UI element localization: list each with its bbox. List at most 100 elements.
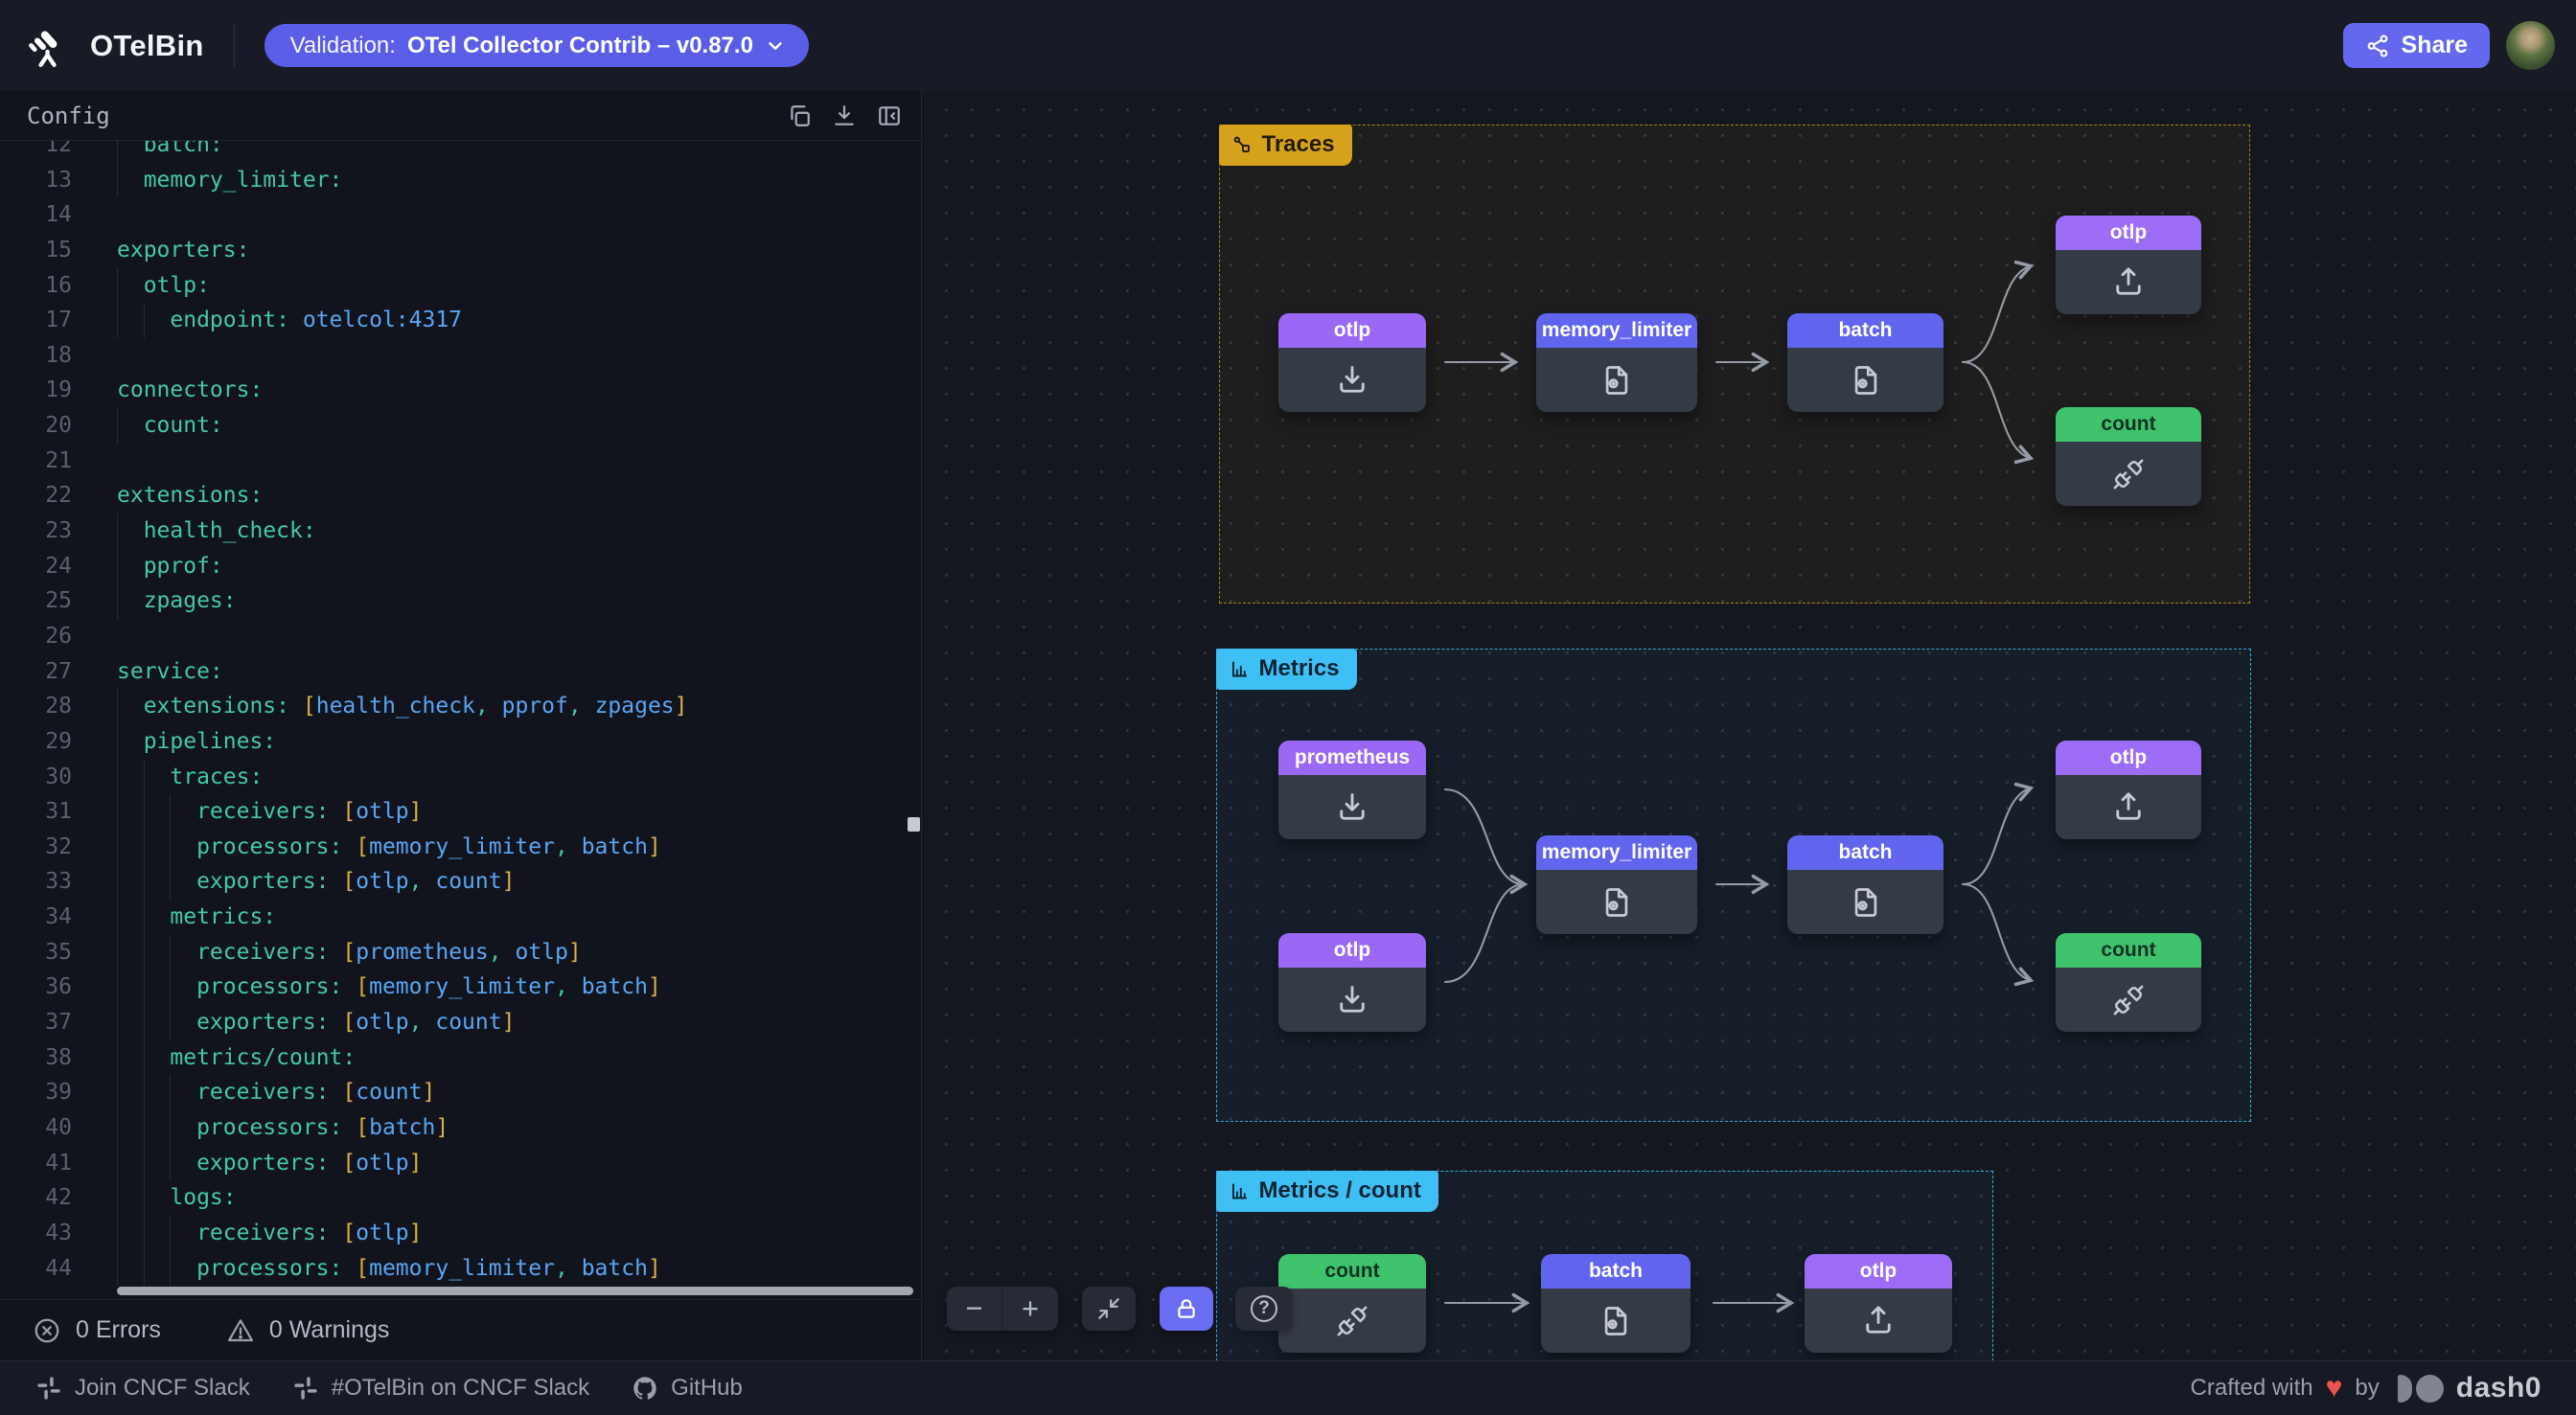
node-exporter-otlp[interactable]: otlp — [1805, 1254, 1952, 1353]
indent-guide — [144, 935, 171, 970]
indent-guide — [117, 900, 144, 935]
pipeline-edge — [1963, 788, 2030, 884]
otelbin-app: OTelBin Validation: OTel Collector Contr… — [0, 0, 2576, 1415]
otelbin-logo-icon — [24, 20, 76, 72]
indent-guide — [170, 970, 196, 1005]
line-number: 32 — [0, 830, 72, 865]
line-number: 36 — [0, 970, 72, 1005]
node-processor-batch[interactable]: batch — [1541, 1254, 1690, 1353]
node-body — [1541, 1289, 1690, 1353]
crafted-by[interactable]: Crafted with ♥ by dash0 — [2191, 1372, 2542, 1404]
code-lines: 12batch:13memory_limiter:1415exporters:1… — [0, 141, 921, 1286]
receiver-icon — [1335, 983, 1369, 1017]
help-button[interactable]: ? — [1235, 1287, 1293, 1331]
join-cncf-slack-link[interactable]: Join CNCF Slack — [35, 1375, 250, 1402]
slack-icon — [35, 1375, 62, 1402]
node-exporter-otlp[interactable]: otlp — [2056, 741, 2201, 839]
node-receiver-otlp[interactable]: otlp — [1278, 933, 1426, 1032]
indent-guide — [117, 303, 144, 338]
indent-guide — [117, 1075, 144, 1110]
indent-guide — [170, 935, 196, 970]
indent-guide — [117, 724, 144, 760]
line-number: 34 — [0, 900, 72, 935]
code-line: 29pipelines: — [0, 724, 921, 760]
node-processor-batch[interactable]: batch — [1787, 835, 1944, 934]
node-connector-count[interactable]: count — [2056, 933, 2201, 1032]
fit-view-button[interactable] — [1082, 1287, 1136, 1331]
indent-guide — [170, 864, 196, 900]
indent-guide — [170, 830, 196, 865]
indent-guide — [117, 1146, 144, 1181]
zoom-out-button[interactable]: − — [947, 1287, 1002, 1331]
indent-guide — [144, 900, 171, 935]
node-connector-count[interactable]: count — [2056, 407, 2201, 506]
user-avatar[interactable] — [2506, 21, 2555, 70]
indent-guide — [117, 689, 144, 724]
node-body — [1787, 870, 1944, 934]
share-button[interactable]: Share — [2343, 23, 2490, 68]
line-number: 40 — [0, 1110, 72, 1146]
indent-guide — [144, 1110, 171, 1146]
line-number: 24 — [0, 549, 72, 584]
code-line: 22extensions: — [0, 478, 921, 514]
editor-horizontal-scrollbar[interactable] — [117, 1287, 913, 1295]
code-line: 44processors: [memory_limiter, batch] — [0, 1251, 921, 1287]
brand[interactable]: OTelBin — [24, 20, 204, 72]
pipeline-canvas[interactable]: − + ? TracesMetricsMetrics / countotlpme… — [922, 91, 2576, 1360]
crafted-prefix: Crafted with — [2191, 1375, 2313, 1402]
node-label: memory_limiter — [1536, 835, 1697, 870]
node-label: otlp — [2056, 741, 2201, 775]
line-number: 21 — [0, 444, 72, 479]
code-line: 41exporters: [otlp] — [0, 1146, 921, 1181]
validation-dropdown[interactable]: Validation: OTel Collector Contrib – v0.… — [264, 24, 809, 67]
node-exporter-otlp[interactable]: otlp — [2056, 216, 2201, 314]
code-line: 26 — [0, 619, 921, 654]
code-line: 38metrics/count: — [0, 1040, 921, 1076]
code-line: 25zpages: — [0, 583, 921, 619]
node-processor-memory_limiter[interactable]: memory_limiter — [1536, 835, 1697, 934]
yaml-editor[interactable]: 12batch:13memory_limiter:1415exporters:1… — [0, 141, 921, 1299]
pipeline-edge — [1963, 266, 2030, 362]
node-receiver-otlp[interactable]: otlp — [1278, 313, 1426, 412]
footer-link-label: #OTelBin on CNCF Slack — [332, 1375, 589, 1402]
otelbin-slack-link[interactable]: #OTelBin on CNCF Slack — [292, 1375, 589, 1402]
share-icon — [2365, 34, 2390, 58]
errors-status: 0 Errors — [33, 1316, 161, 1345]
indent-guide — [117, 1180, 144, 1216]
copy-config-button[interactable] — [787, 103, 812, 128]
circle-x-icon — [33, 1316, 61, 1345]
node-connector-count[interactable]: count — [1278, 1254, 1426, 1353]
indent-guide — [144, 970, 171, 1005]
indent-guide — [144, 1180, 171, 1216]
indent-guide — [144, 1040, 171, 1076]
github-link[interactable]: GitHub — [632, 1375, 743, 1402]
exporter-icon — [1861, 1304, 1896, 1338]
download-config-button[interactable] — [832, 103, 857, 128]
heart-icon: ♥ — [2326, 1374, 2343, 1403]
indent-guide — [117, 1216, 144, 1251]
collapse-panel-button[interactable] — [877, 103, 902, 128]
node-receiver-prometheus[interactable]: prometheus — [1278, 741, 1426, 839]
node-body — [2056, 775, 2201, 839]
code-line: 19connectors: — [0, 373, 921, 408]
editor-vertical-scrollbar[interactable] — [908, 817, 920, 832]
node-processor-batch[interactable]: batch — [1787, 313, 1944, 412]
code-line: 15exporters: — [0, 233, 921, 268]
node-body — [1278, 348, 1426, 412]
indent-guide — [117, 1251, 144, 1287]
line-number: 20 — [0, 408, 72, 444]
node-body — [2056, 442, 2201, 506]
node-processor-memory_limiter[interactable]: memory_limiter — [1536, 313, 1697, 412]
zoom-in-button[interactable]: + — [1002, 1287, 1058, 1331]
line-number: 37 — [0, 1005, 72, 1040]
code-line: 12batch: — [0, 141, 921, 163]
processor-icon — [1599, 363, 1634, 398]
dash0-brand: dash0 — [2456, 1372, 2542, 1404]
node-label: batch — [1541, 1254, 1690, 1289]
lock-button[interactable] — [1160, 1287, 1213, 1331]
code-line: 23health_check: — [0, 514, 921, 549]
line-number: 13 — [0, 163, 72, 198]
node-body — [1787, 348, 1944, 412]
processor-icon — [1598, 1304, 1633, 1338]
code-line: 39receivers: [count] — [0, 1075, 921, 1110]
